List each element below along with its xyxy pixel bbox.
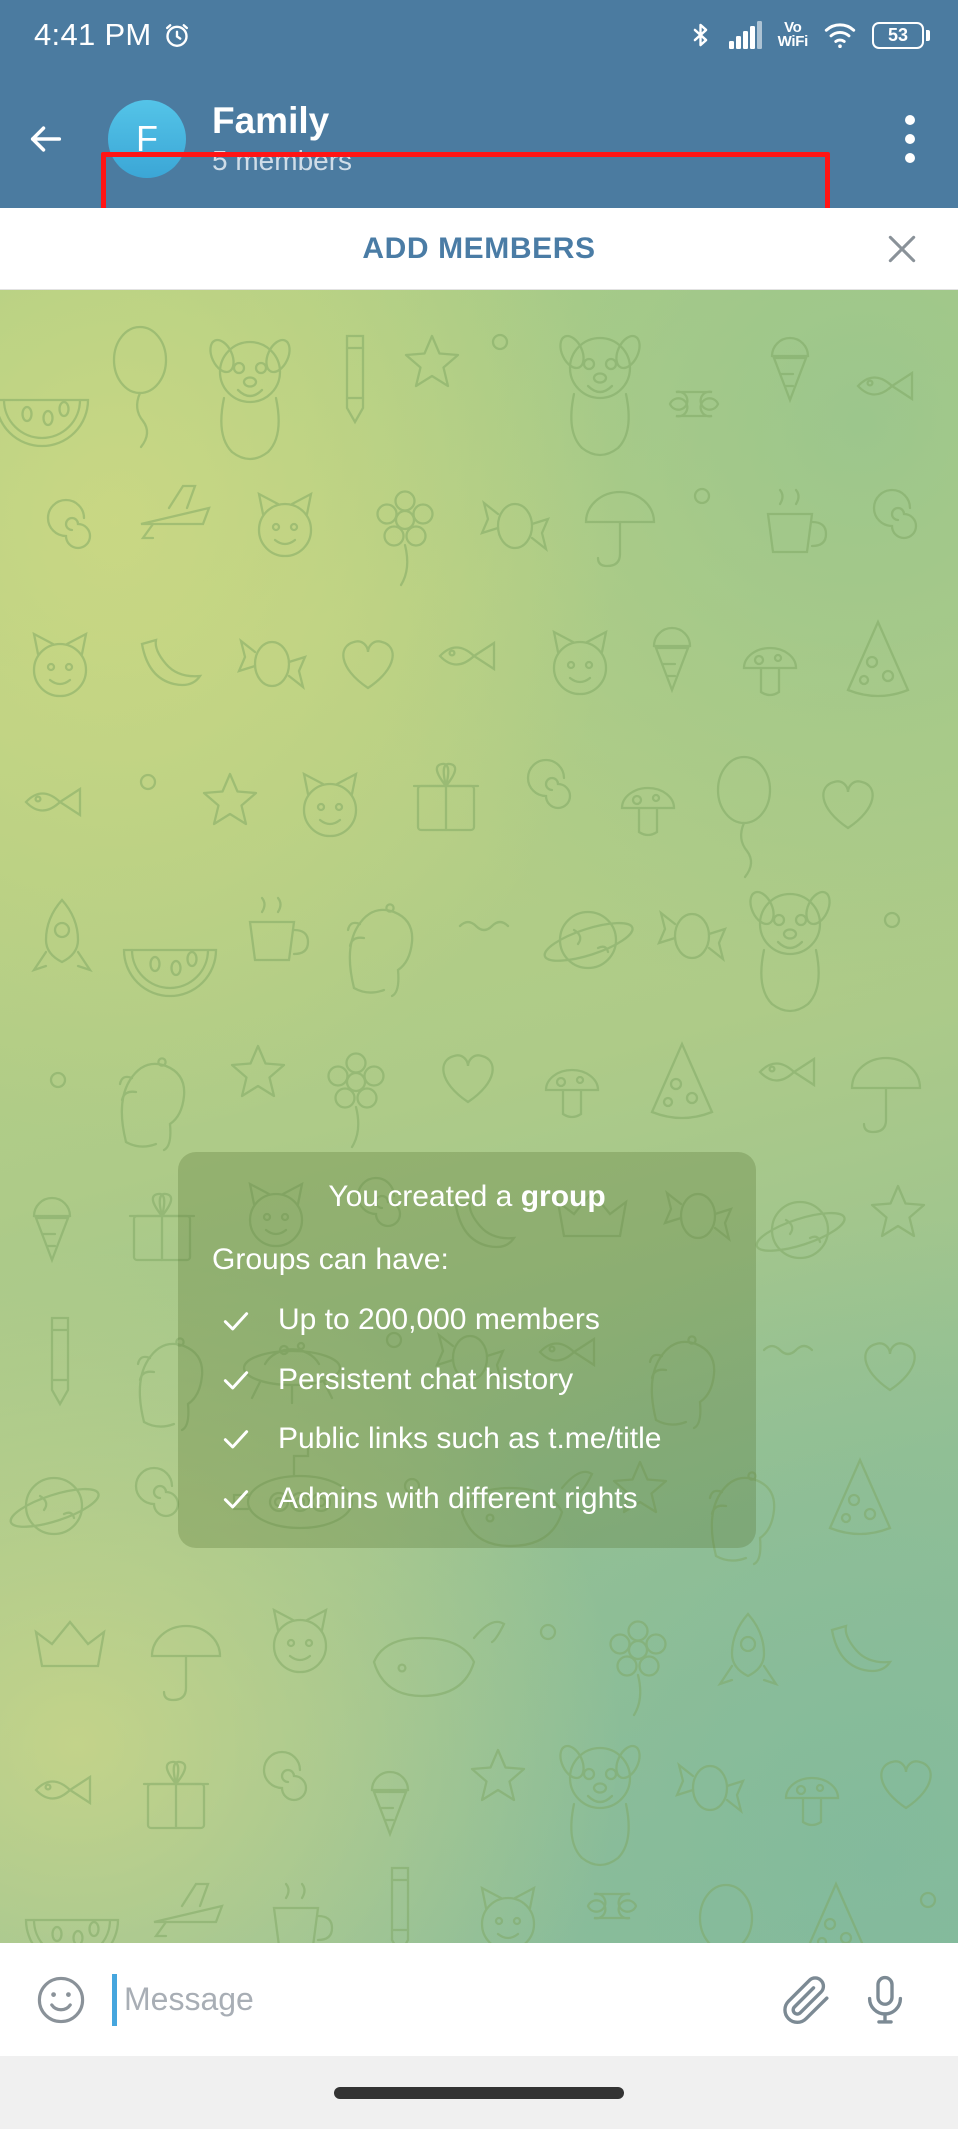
battery-level: 53 [887, 24, 909, 45]
overflow-menu-icon [905, 115, 915, 125]
app-bar: F Family 5 members [0, 70, 958, 266]
status-bar-left: 4:41 PM [34, 17, 192, 53]
battery-tip [926, 29, 930, 41]
alarm-clock-icon [165, 24, 188, 47]
overflow-menu-button[interactable] [862, 70, 958, 208]
message-input-bar: Message [0, 1943, 958, 2056]
back-button[interactable] [0, 70, 92, 208]
add-members-label: ADD MEMBERS [362, 231, 596, 265]
text-cursor [112, 1973, 117, 2026]
service-message-bubble: You created a group Groups can have: Up … [178, 1152, 756, 1548]
attach-button[interactable] [768, 1961, 846, 2039]
service-feature-label: Admins with different rights [278, 1481, 638, 1515]
gesture-navigation-pill[interactable] [334, 2086, 624, 2099]
emoji-smiley-icon [37, 1976, 85, 2023]
phone-screen: 4:41 PM Vo WiFi 53 F Family 5 members AD… [0, 0, 958, 2129]
vowifi-line-2: WiFi [777, 33, 809, 50]
service-headline-bold: group [520, 1180, 606, 1213]
service-feature-label: Up to 200,000 members [278, 1303, 600, 1337]
overflow-menu-icon [905, 153, 915, 163]
message-input-field[interactable]: Message [112, 1969, 768, 2031]
microphone-icon [867, 1975, 903, 2024]
chat-header-info[interactable]: F Family 5 members [92, 70, 862, 208]
bluetooth-icon [693, 23, 707, 47]
service-message-intro: Groups can have: [212, 1243, 449, 1277]
status-bar-right: Vo WiFi 53 [687, 20, 930, 50]
add-members-button[interactable]: ADD MEMBERS [0, 208, 958, 290]
voice-record-button[interactable] [846, 1961, 924, 2039]
overflow-menu-icon [905, 134, 915, 144]
back-arrow-icon [30, 126, 62, 152]
service-feature-item: Up to 200,000 members [208, 1301, 726, 1339]
emoji-button[interactable] [30, 1969, 92, 2031]
checkmark-icon [223, 1311, 249, 1331]
status-clock: 4:41 PM [34, 17, 152, 52]
add-members-bar: ADD MEMBERS [0, 208, 958, 290]
battery-shell: 53 [872, 21, 924, 49]
group-title: Family [212, 99, 330, 141]
chat-header-text: Family 5 members [212, 100, 352, 178]
message-placeholder: Message [124, 1981, 254, 2017]
close-add-members-button[interactable] [846, 208, 958, 290]
wifi-icon [824, 23, 856, 49]
wallpaper-doodle-pattern [0, 325, 937, 1943]
vowifi-indicator: Vo WiFi [777, 20, 809, 50]
service-feature-item: Public links such as t.me/title [208, 1420, 726, 1458]
group-member-count: 5 members [212, 145, 353, 177]
cellular-signal-icon [728, 21, 762, 49]
service-feature-item: Persistent chat history [208, 1361, 726, 1399]
checkmark-icon [223, 1430, 249, 1449]
checkmark-icon [223, 1371, 249, 1390]
battery-indicator: 53 [872, 21, 930, 49]
group-avatar[interactable]: F [108, 100, 186, 178]
service-feature-label: Public links such as t.me/title [278, 1422, 662, 1456]
status-bar: 4:41 PM Vo WiFi 53 [0, 0, 958, 70]
close-x-icon [888, 235, 916, 263]
service-feature-item: Admins with different rights [208, 1480, 726, 1518]
chat-message-area: You created a group Groups can have: Up … [0, 290, 958, 1943]
checkmark-icon [223, 1489, 249, 1509]
system-navigation-bar [0, 2056, 958, 2129]
service-message-headline: You created a group [208, 1178, 726, 1216]
avatar-letter: F [136, 118, 158, 159]
service-headline-prefix: You created a [328, 1180, 521, 1213]
service-feature-label: Persistent chat history [278, 1362, 574, 1396]
paperclip-icon [783, 1975, 829, 2024]
